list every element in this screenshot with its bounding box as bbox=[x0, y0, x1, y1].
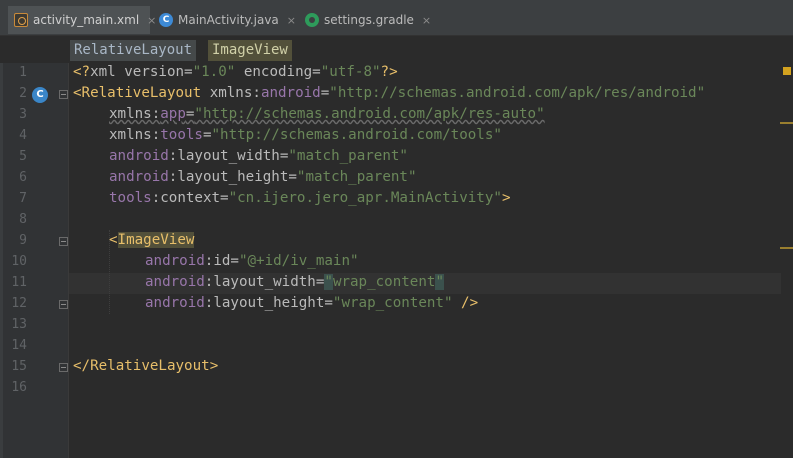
token: wrap_content bbox=[332, 274, 436, 290]
token: = bbox=[202, 127, 212, 143]
code-line-12: android:layout_height="wrap_content" /> bbox=[145, 293, 478, 314]
token: tools bbox=[109, 190, 152, 206]
token: android bbox=[109, 148, 169, 164]
line-number: 7 bbox=[19, 191, 27, 206]
code-line-4: xmlns:tools="http://schemas.android.com/… bbox=[109, 125, 502, 146]
token: RelativeLayout bbox=[90, 358, 210, 374]
token: :context= bbox=[151, 190, 229, 206]
line-number: 13 bbox=[11, 317, 27, 332]
token: " bbox=[324, 274, 333, 290]
token: ?> bbox=[380, 64, 398, 80]
token: xmlns: bbox=[209, 85, 261, 101]
breadcrumb-relativelayout[interactable]: RelativeLayout bbox=[70, 40, 197, 61]
xml-file-icon bbox=[14, 13, 28, 27]
token: "http://schemas.android.com/tools" bbox=[211, 127, 502, 143]
line-number: 6 bbox=[19, 170, 27, 185]
token: tools bbox=[160, 127, 203, 143]
token: app bbox=[160, 106, 186, 122]
token: :id= bbox=[204, 253, 239, 269]
line-number: 3 bbox=[19, 107, 27, 122]
token: ImageView bbox=[117, 232, 195, 248]
close-icon[interactable]: × bbox=[287, 14, 296, 27]
token: "match_parent" bbox=[288, 148, 408, 164]
token: :layout_height= bbox=[204, 295, 333, 311]
tab-settings-gradle[interactable]: settings.gradle × bbox=[299, 6, 431, 34]
close-icon[interactable]: × bbox=[422, 14, 431, 27]
token: "wrap_content" bbox=[332, 295, 453, 311]
java-class-icon: C bbox=[159, 13, 173, 27]
editor-tab-bar: activity_main.xml × C MainActivity.java … bbox=[0, 0, 793, 36]
fold-toggle-icon[interactable] bbox=[59, 300, 68, 309]
ide-editor-window: activity_main.xml × C MainActivity.java … bbox=[0, 0, 793, 458]
tab-mainactivity-java[interactable]: C MainActivity.java × bbox=[153, 6, 297, 34]
code-line-9: <ImageView bbox=[109, 230, 195, 251]
token: > bbox=[209, 358, 219, 374]
token: "1.0" bbox=[192, 64, 236, 80]
code-line-1: <?xml version="1.0" encoding="utf-8"?> bbox=[73, 62, 398, 83]
fold-toggle-icon[interactable] bbox=[59, 90, 68, 99]
token: :layout_width= bbox=[204, 274, 325, 290]
token: "http://schemas.android.com/apk/res/andr… bbox=[329, 85, 706, 101]
code-line-5: android:layout_width="match_parent" bbox=[109, 146, 408, 167]
fold-toggle-icon[interactable] bbox=[59, 237, 68, 246]
token: xmlns: bbox=[109, 127, 161, 143]
token: /> bbox=[452, 295, 479, 311]
line-number: 4 bbox=[19, 128, 27, 143]
token: android bbox=[145, 295, 205, 311]
line-number: 8 bbox=[19, 212, 27, 227]
line-number: 10 bbox=[11, 254, 27, 269]
token: <? bbox=[73, 64, 91, 80]
fold-toggle-icon[interactable] bbox=[59, 363, 68, 372]
token: xmlns: bbox=[109, 106, 161, 122]
warning-marker-icon[interactable] bbox=[783, 67, 791, 75]
line-number: 14 bbox=[11, 338, 27, 353]
line-number: 16 bbox=[11, 380, 27, 395]
token: "cn.ijero.jero_apr.MainActivity" bbox=[228, 190, 502, 206]
token: "match_parent" bbox=[296, 169, 417, 185]
line-number: 11 bbox=[11, 275, 27, 290]
stripe-marker[interactable] bbox=[780, 122, 793, 124]
line-number: 5 bbox=[19, 149, 27, 164]
tab-label: settings.gradle bbox=[324, 13, 414, 27]
token: "http://schemas.android.com/apk/res-auto… bbox=[194, 106, 545, 122]
token: xml version= bbox=[90, 64, 193, 80]
line-number: 9 bbox=[19, 233, 27, 248]
token: < bbox=[73, 85, 82, 101]
tab-label: activity_main.xml bbox=[33, 13, 140, 27]
line-number: 15 bbox=[11, 359, 27, 374]
token: < bbox=[109, 232, 118, 248]
line-number: 1 bbox=[19, 65, 27, 80]
token: RelativeLayout bbox=[81, 85, 202, 101]
token: "utf-8" bbox=[320, 64, 381, 80]
code-line-7: tools:context="cn.ijero.jero_apr.MainAct… bbox=[109, 188, 510, 209]
code-line-11: android:layout_width="wrap_content" bbox=[145, 272, 444, 293]
code-line-15: </RelativeLayout> bbox=[73, 356, 218, 377]
token: android bbox=[260, 85, 321, 101]
token: :layout_width= bbox=[168, 148, 289, 164]
line-number: 12 bbox=[11, 296, 27, 311]
code-line-6: android:layout_height="match_parent" bbox=[109, 167, 417, 188]
token: > bbox=[501, 190, 511, 206]
code-line-10: android:id="@+id/iv_main" bbox=[145, 251, 359, 272]
line-number: 2 bbox=[19, 86, 27, 101]
token: android bbox=[145, 253, 205, 269]
token: :layout_height= bbox=[168, 169, 297, 185]
token: </ bbox=[73, 358, 91, 374]
class-gutter-icon[interactable]: C bbox=[32, 87, 48, 103]
token: encoding= bbox=[235, 64, 321, 80]
token: android bbox=[145, 274, 205, 290]
breadcrumb: RelativeLayout ImageView bbox=[0, 36, 793, 63]
code-line-3: xmlns:app="http://schemas.android.com/ap… bbox=[109, 104, 545, 125]
stripe-marker[interactable] bbox=[780, 247, 793, 249]
tab-label: MainActivity.java bbox=[178, 13, 279, 27]
code-line-2: <RelativeLayout xmlns:android="http://sc… bbox=[73, 83, 705, 104]
gradle-file-icon bbox=[305, 13, 319, 27]
breadcrumb-imageview[interactable]: ImageView bbox=[208, 40, 292, 61]
token: android bbox=[109, 169, 169, 185]
token: = bbox=[320, 85, 330, 101]
tab-activity-main-xml[interactable]: activity_main.xml × bbox=[8, 6, 156, 34]
token: " bbox=[435, 274, 444, 290]
token: "@+id/iv_main" bbox=[238, 253, 359, 269]
